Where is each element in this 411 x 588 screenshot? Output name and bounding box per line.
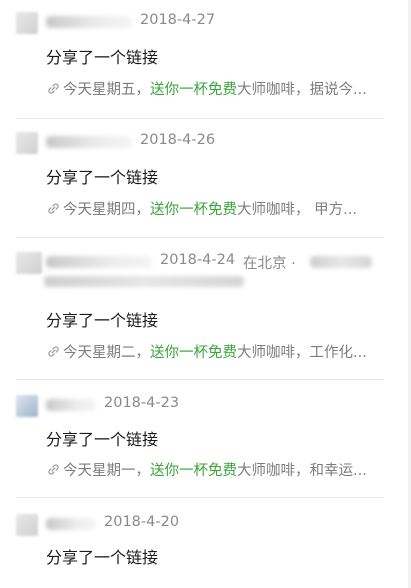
link-highlight: 送你一杯免费 — [150, 344, 237, 361]
divider — [16, 237, 384, 238]
post-title: 分享了一个链接 — [46, 430, 159, 449]
post-date: 2018-4-20 — [104, 514, 180, 530]
link-icon — [48, 463, 59, 475]
divider — [16, 118, 384, 119]
post-header: 2018-4-20 — [0, 512, 411, 542]
post-date: 2018-4-24 — [160, 252, 236, 268]
location-subline-redacted — [44, 276, 244, 287]
link-icon — [48, 202, 59, 214]
shared-link[interactable]: 今天星期四，送你一杯免费大师咖啡， 甲方... — [46, 196, 391, 220]
shared-link[interactable]: 今天星期五，送你一杯免费大师咖啡，据说今... — [46, 76, 391, 100]
location-detail-redacted — [310, 256, 372, 268]
link-text: 今天星期四，送你一杯免费大师咖啡， 甲方... — [63, 198, 357, 219]
author-name-redacted[interactable] — [46, 256, 152, 268]
avatar[interactable] — [16, 395, 38, 417]
avatar[interactable] — [16, 12, 38, 34]
moments-feed: 2018-4-27 分享了一个链接 今天星期五，送你一杯免费大师咖啡，据说今..… — [0, 0, 411, 588]
link-text: 今天星期五，送你一杯免费大师咖啡，据说今... — [63, 78, 367, 99]
link-prefix: 今天星期一， — [63, 462, 150, 479]
post-header: 2018-4-27 — [0, 10, 411, 40]
shared-link[interactable]: 今天星期一，送你一杯免费大师咖啡，和幸运... — [46, 457, 391, 481]
link-suffix: 大师咖啡，和幸运... — [237, 462, 367, 479]
author-name-redacted[interactable] — [46, 399, 96, 411]
post-location[interactable]: 在北京 · — [243, 252, 296, 273]
link-highlight: 送你一杯免费 — [150, 201, 237, 218]
post-date: 2018-4-26 — [140, 132, 216, 148]
link-icon — [48, 82, 59, 94]
link-text: 今天星期二，送你一杯免费大师咖啡，工作化... — [63, 341, 367, 362]
post-date: 2018-4-23 — [104, 395, 180, 411]
link-prefix: 今天星期二， — [63, 344, 150, 361]
divider — [16, 379, 384, 380]
link-highlight: 送你一杯免费 — [150, 81, 237, 98]
avatar[interactable] — [16, 252, 42, 274]
link-suffix: 大师咖啡，据说今... — [237, 81, 367, 98]
avatar[interactable] — [16, 132, 38, 154]
link-suffix: 大师咖啡， 甲方... — [237, 201, 357, 218]
shared-link[interactable]: 今天星期二，送你一杯免费大师咖啡，工作化... — [46, 339, 391, 363]
post-header: 2018-4-23 — [0, 393, 411, 423]
post-header: 2018-4-26 — [0, 130, 411, 160]
avatar[interactable] — [16, 514, 38, 536]
link-icon — [48, 345, 59, 357]
post-header: 2018-4-24 在北京 · — [0, 250, 411, 287]
post-title: 分享了一个链接 — [46, 168, 159, 187]
post-date: 2018-4-27 — [140, 12, 216, 28]
post-title: 分享了一个链接 — [46, 311, 159, 330]
link-prefix: 今天星期四， — [63, 201, 150, 218]
link-suffix: 大师咖啡，工作化... — [237, 344, 367, 361]
author-name-redacted[interactable] — [46, 16, 132, 28]
author-name-redacted[interactable] — [46, 136, 132, 148]
post-title: 分享了一个链接 — [46, 548, 159, 567]
link-text: 今天星期一，送你一杯免费大师咖啡，和幸运... — [63, 459, 367, 480]
divider — [16, 497, 384, 498]
link-highlight: 送你一杯免费 — [150, 462, 237, 479]
author-name-redacted[interactable] — [46, 518, 96, 530]
post-title: 分享了一个链接 — [46, 48, 159, 67]
link-prefix: 今天星期五， — [63, 81, 150, 98]
